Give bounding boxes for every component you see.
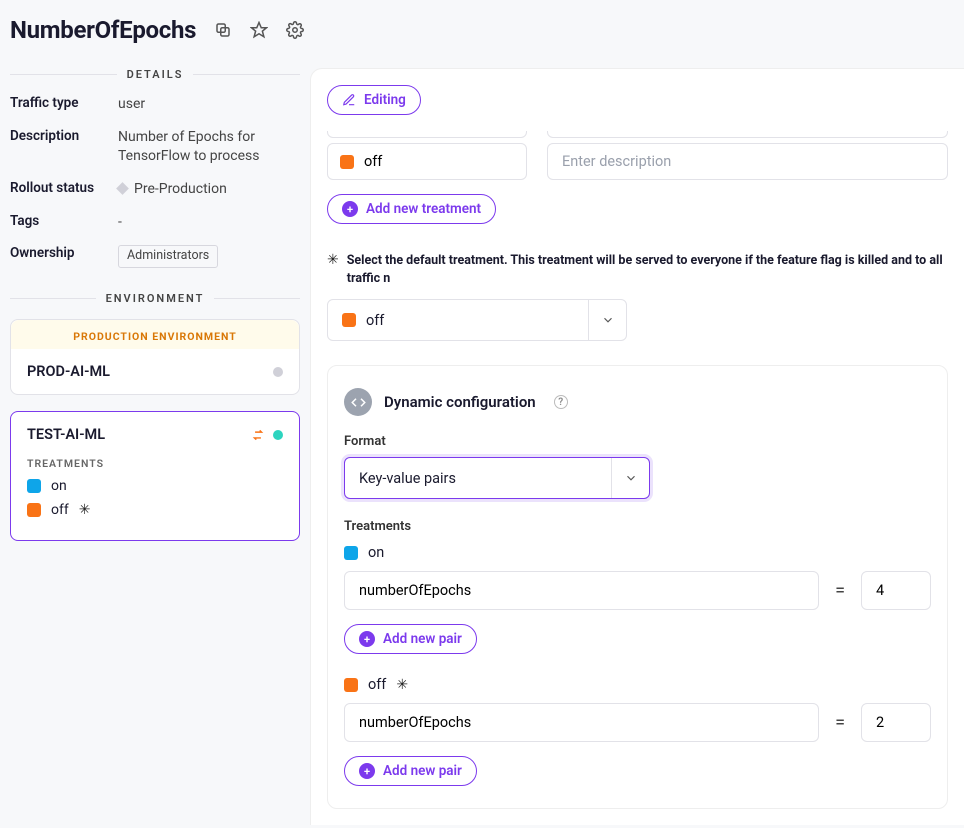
details-heading: DETAILS — [10, 68, 300, 81]
treatment-off-desc-input[interactable] — [547, 143, 948, 180]
equals-sign: = — [835, 580, 845, 601]
add-treatment-button[interactable]: + Add new treatment — [327, 194, 496, 224]
treatments-label: TREATMENTS — [27, 457, 283, 470]
add-pair-off-button[interactable]: + Add new pair — [344, 756, 477, 786]
default-treatment-note: ✳ Select the default treatment. This tre… — [327, 252, 948, 287]
detail-traffic-type: Traffic type user — [10, 95, 300, 114]
swap-icon — [251, 428, 265, 442]
env-name-prod: PROD-AI-ML — [27, 363, 110, 380]
treatment-off-name[interactable] — [364, 153, 514, 170]
status-dot-gray — [273, 367, 283, 377]
detail-tags: Tags - — [10, 213, 300, 232]
treatment-name-off-input[interactable] — [327, 143, 527, 180]
bullet-off-icon — [344, 678, 358, 692]
chevron-down-icon — [611, 458, 649, 498]
bullet-off-icon — [27, 503, 41, 517]
env-card-prod[interactable]: PRODUCTION ENVIRONMENT PROD-AI-ML — [10, 319, 300, 395]
plus-icon: + — [359, 763, 375, 779]
default-star-icon: ✳ — [79, 502, 91, 518]
bullet-on-icon — [27, 479, 41, 493]
diamond-icon — [116, 182, 129, 195]
kv-val-on-input[interactable] — [861, 571, 931, 610]
treatment-off: off ✳ — [27, 502, 283, 518]
copy-icon[interactable] — [214, 21, 232, 39]
plus-icon: + — [342, 201, 358, 217]
gear-icon[interactable] — [286, 21, 304, 39]
format-select[interactable]: Key-value pairs — [344, 457, 650, 499]
ownership-chip: Administrators — [118, 245, 218, 268]
status-dot-teal — [273, 430, 283, 440]
dyn-treat-on: on — [344, 544, 931, 561]
format-label: Format — [344, 434, 931, 449]
detail-description: Description Number of Epochs for TensorF… — [10, 128, 300, 166]
env-card-test[interactable]: TEST-AI-ML TREATMENTS on off ✳ — [10, 411, 300, 541]
kv-key-on-input[interactable] — [344, 571, 819, 610]
editing-button[interactable]: Editing — [327, 85, 421, 115]
bullet-on-icon — [344, 546, 358, 560]
bullet-off-icon — [340, 155, 354, 169]
bullet-off-icon — [342, 313, 356, 327]
kv-val-off-input[interactable] — [861, 703, 931, 742]
default-star-icon: ✳ — [396, 677, 408, 693]
environment-heading: ENVIRONMENT — [10, 292, 300, 305]
dyn-treat-off: off ✳ — [344, 676, 931, 693]
chevron-down-icon — [588, 300, 626, 340]
dynamic-config-section: Dynamic configuration ? Format Key-value… — [327, 365, 948, 809]
treatment-name-on-input[interactable] — [327, 131, 527, 138]
dynamic-config-title: Dynamic configuration — [384, 393, 536, 411]
pencil-icon — [342, 93, 356, 107]
star-icon[interactable] — [250, 21, 268, 39]
equals-sign: = — [835, 712, 845, 733]
treatment-on: on — [27, 478, 283, 494]
add-pair-on-button[interactable]: + Add new pair — [344, 624, 477, 654]
kv-key-off-input[interactable] — [344, 703, 819, 742]
treatment-desc-on-input[interactable] — [547, 131, 948, 138]
detail-rollout: Rollout status Pre-Production — [10, 180, 300, 199]
plus-icon: + — [359, 631, 375, 647]
detail-ownership: Ownership Administrators — [10, 245, 300, 268]
code-icon — [344, 388, 372, 416]
treatments-label: Treatments — [344, 519, 931, 534]
default-treatment-select[interactable]: off — [327, 299, 627, 341]
info-icon[interactable]: ? — [554, 395, 568, 409]
env-banner-production: PRODUCTION ENVIRONMENT — [11, 320, 299, 349]
page-title: NumberOfEpochs — [10, 16, 196, 44]
asterisk-icon: ✳ — [327, 252, 339, 268]
env-name-test: TEST-AI-ML — [27, 426, 105, 443]
